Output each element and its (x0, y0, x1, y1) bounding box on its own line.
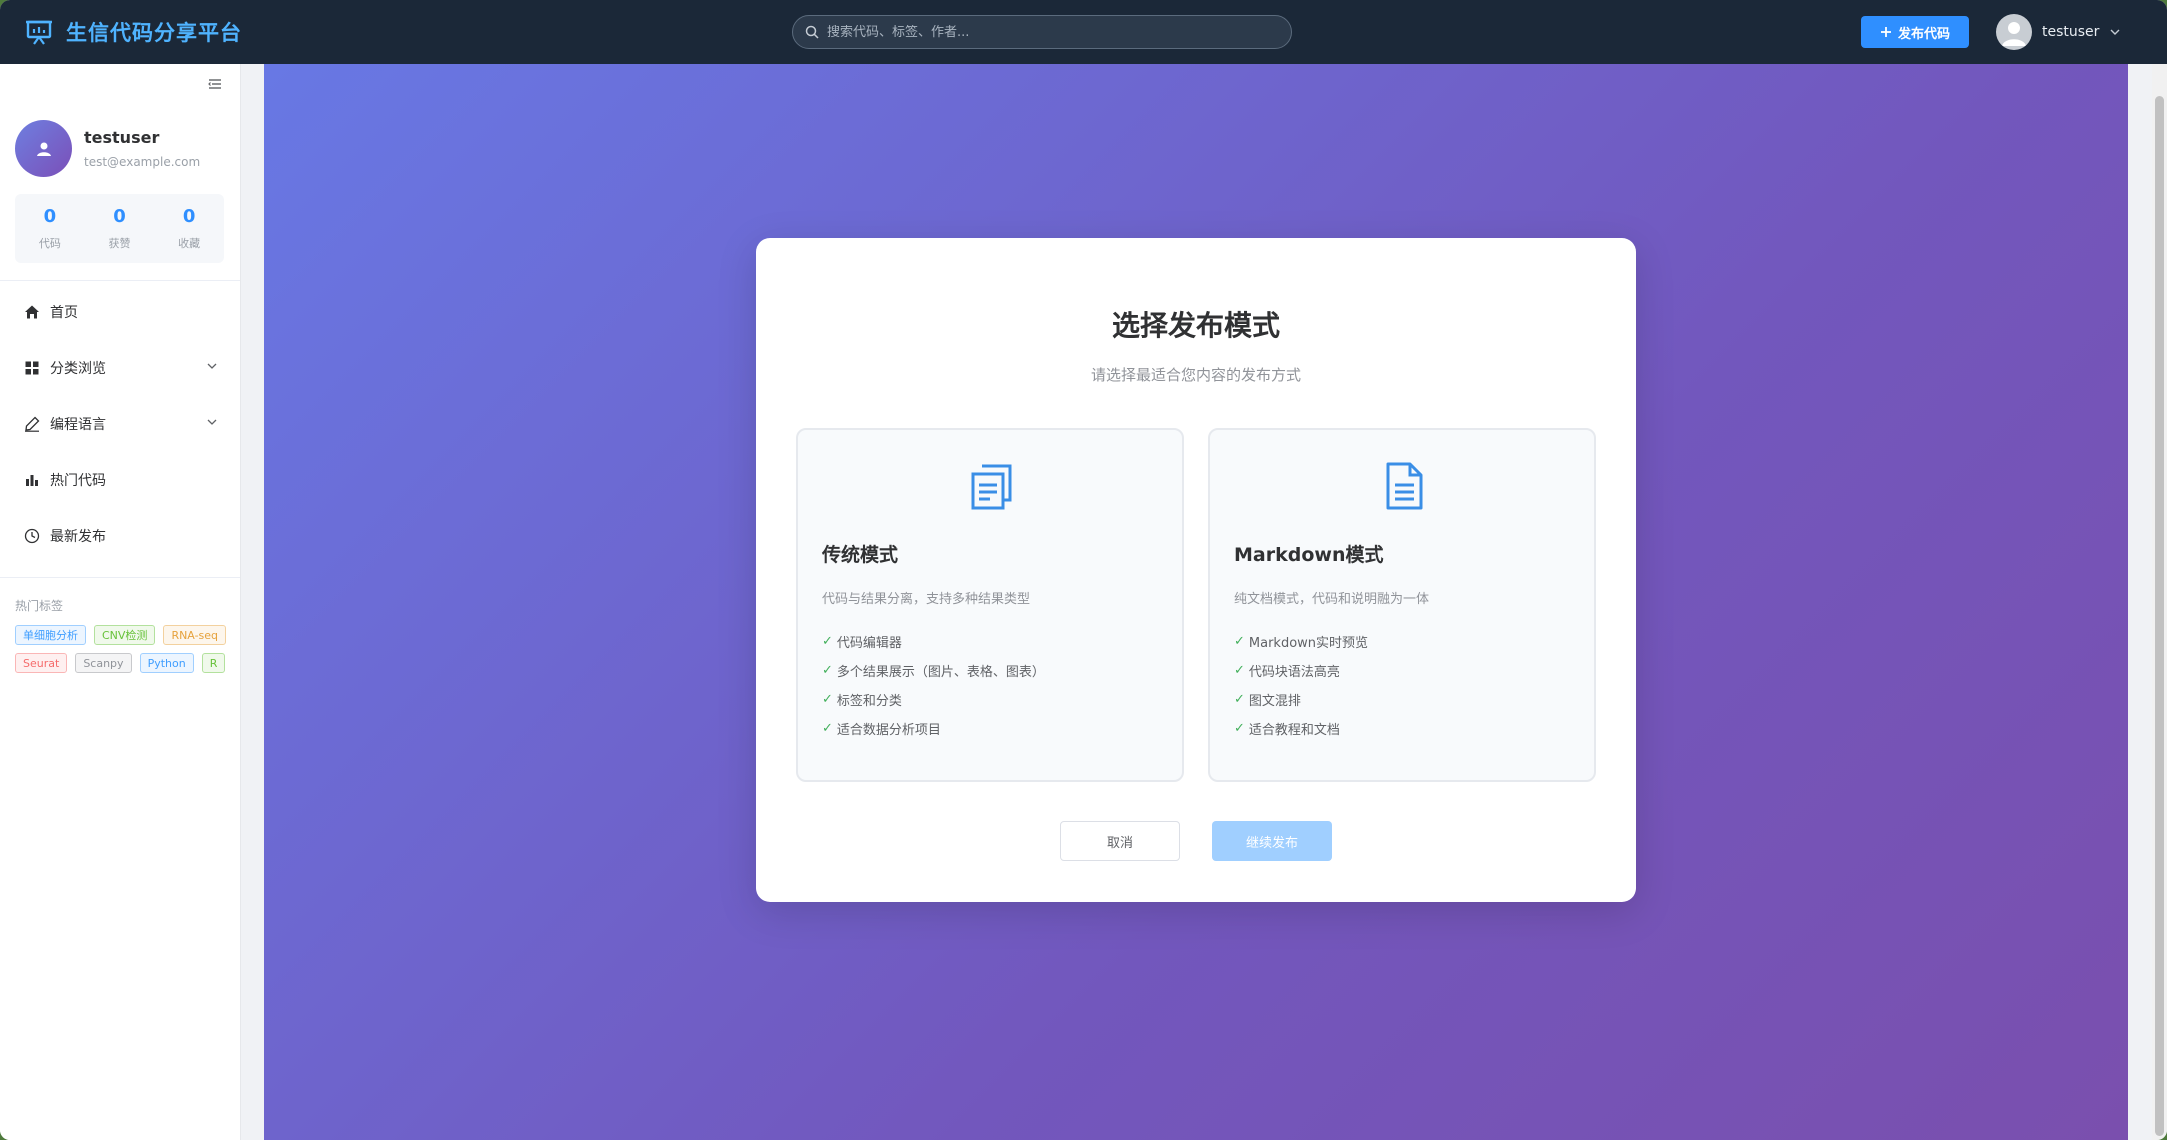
divider (0, 280, 240, 281)
tag[interactable]: Scanpy (75, 653, 132, 673)
profile-name: testuser (84, 128, 160, 147)
divider (0, 577, 240, 578)
sidebar: testuser test@example.com 0 代码 0 获赞 0 收藏 (0, 64, 241, 1140)
pen-icon (25, 416, 40, 432)
check-icon: ✓ (822, 721, 833, 736)
tag[interactable]: Seurat (15, 653, 68, 673)
feature-item: ✓ 代码编辑器 (822, 634, 902, 651)
presentation-icon (26, 20, 52, 45)
stat-value: 0 (182, 206, 196, 227)
user-avatar (1996, 14, 2032, 50)
sidebar-item-home[interactable]: 首页 (0, 284, 240, 340)
check-icon: ✓ (1234, 663, 1245, 678)
stat-label: 代码 (38, 237, 61, 250)
profile-avatar[interactable] (15, 120, 72, 177)
check-icon: ✓ (1234, 692, 1245, 707)
scrollbar-thumb[interactable] (2155, 96, 2164, 1136)
tag[interactable]: R (201, 653, 226, 673)
check-icon: ✓ (822, 634, 833, 649)
continue-publish-button[interactable]: 继续发布 (1212, 821, 1332, 861)
cancel-button[interactable]: 取消 (1060, 821, 1180, 861)
logo-text: 生信代码分享平台 (66, 21, 242, 45)
sidebar-nav: 首页 分类浏览 编程语言 热门代码 最新发布 (0, 284, 240, 564)
tag[interactable]: RNA-seq (163, 625, 227, 645)
top-header: 生信代码分享平台 发布代码 testuser (0, 0, 2167, 64)
copy-document-icon (971, 464, 1012, 510)
sidebar-item-label: 编程语言 (50, 417, 106, 433)
search-box[interactable] (792, 15, 1292, 49)
feature-item: ✓ Markdown实时预览 (1234, 634, 1369, 651)
home-icon (25, 305, 39, 319)
feature-list: ✓ Markdown实时预览 ✓ 代码块语法高亮 ✓ 图文混排 ✓ 适合教程和文档 (1234, 627, 1368, 743)
chevron-down-icon (2110, 29, 2120, 35)
sidebar-item-latest[interactable]: 最新发布 (0, 508, 240, 564)
mode-title: Markdown模式 (1234, 544, 1384, 566)
mode-description: 代码与结果分离，支持多种结果类型 (822, 592, 1031, 607)
logo[interactable]: 生信代码分享平台 (24, 0, 242, 64)
stat-value: 0 (113, 206, 126, 227)
feature-item: ✓ 多个结果展示（图片、表格、图表） (822, 663, 1045, 680)
publish-code-label: 发布代码 (1897, 26, 1950, 42)
check-icon: ✓ (822, 663, 833, 678)
mode-card-traditional[interactable]: 传统模式 代码与结果分离，支持多种结果类型 ✓ 代码编辑器 ✓ 多个结果展示（图片、… (796, 428, 1184, 782)
check-icon: ✓ (822, 692, 833, 707)
sidebar-item-label: 首页 (50, 305, 78, 321)
stat-codes[interactable]: 0 代码 (15, 194, 85, 263)
check-icon: ✓ (1234, 634, 1245, 649)
publish-mode-dialog: 选择发布模式 请选择最适合您内容的发布方式 传统模式 代码与结果分离，支持多种结… (756, 238, 1636, 902)
stat-label: 获赞 (108, 237, 131, 250)
mode-description: 纯文档模式，代码和说明融为一体 (1234, 592, 1430, 607)
bar-chart-icon (26, 475, 38, 486)
search-icon (805, 25, 819, 39)
app-window: 生信代码分享平台 发布代码 testuser (0, 0, 2167, 1140)
sidebar-item-label: 分类浏览 (50, 361, 106, 377)
feature-item: ✓ 图文混排 (1234, 692, 1301, 709)
clock-icon (24, 528, 40, 544)
hot-tags-title: 热门标签 (15, 599, 64, 613)
stat-likes[interactable]: 0 获赞 (85, 194, 155, 263)
header-username: testuser (2042, 24, 2100, 40)
user-icon (36, 142, 51, 156)
feature-item: ✓ 代码块语法高亮 (1234, 663, 1340, 680)
feature-item: ✓ 适合教程和文档 (1234, 721, 1340, 738)
profile-email: test@example.com (84, 155, 201, 169)
grid-icon (25, 361, 39, 375)
feature-list: ✓ 代码编辑器 ✓ 多个结果展示（图片、表格、图表） ✓ 标签和分类 ✓ 适合数据分析项… (822, 627, 1045, 743)
publish-code-button[interactable]: 发布代码 (1861, 16, 1969, 48)
sidebar-item-label: 最新发布 (50, 529, 106, 545)
sidebar-item-hot[interactable]: 热门代码 (0, 452, 240, 508)
feature-item: ✓ 适合数据分析项目 (822, 721, 941, 738)
stat-favorites[interactable]: 0 收藏 (154, 194, 224, 263)
feature-item: ✓ 标签和分类 (822, 692, 902, 709)
document-icon (1386, 462, 1423, 510)
chevron-down-icon (207, 419, 217, 425)
plus-icon (1880, 27, 1891, 37)
tag[interactable]: 单细胞分析 (15, 625, 86, 645)
dialog-subtitle: 请选择最适合您内容的发布方式 (1090, 366, 1301, 384)
check-icon: ✓ (1234, 721, 1245, 736)
user-menu[interactable]: testuser (1996, 14, 2121, 50)
dialog-title: 选择发布模式 (1111, 309, 1280, 342)
search-input[interactable] (827, 24, 1267, 40)
sidebar-item-categories[interactable]: 分类浏览 (0, 340, 240, 396)
menu-fold-icon[interactable] (207, 76, 223, 92)
tag[interactable]: Python (139, 653, 194, 673)
hot-tags: 单细胞分析 CNV检测 RNA-seq Seurat Scanpy Python… (15, 625, 230, 673)
user-icon (2002, 22, 2026, 46)
tag[interactable]: CNV检测 (94, 625, 156, 645)
sidebar-item-label: 热门代码 (50, 473, 106, 489)
user-stats: 0 代码 0 获赞 0 收藏 (15, 194, 224, 263)
sidebar-item-languages[interactable]: 编程语言 (0, 396, 240, 452)
chevron-down-icon (207, 363, 217, 369)
user-profile: testuser test@example.com (15, 120, 200, 177)
stat-label: 收藏 (178, 237, 201, 250)
mode-title: 传统模式 (822, 544, 899, 566)
stat-value: 0 (43, 206, 57, 227)
mode-card-markdown[interactable]: Markdown模式 纯文档模式，代码和说明融为一体 ✓ Markdown实时预览… (1208, 428, 1596, 782)
